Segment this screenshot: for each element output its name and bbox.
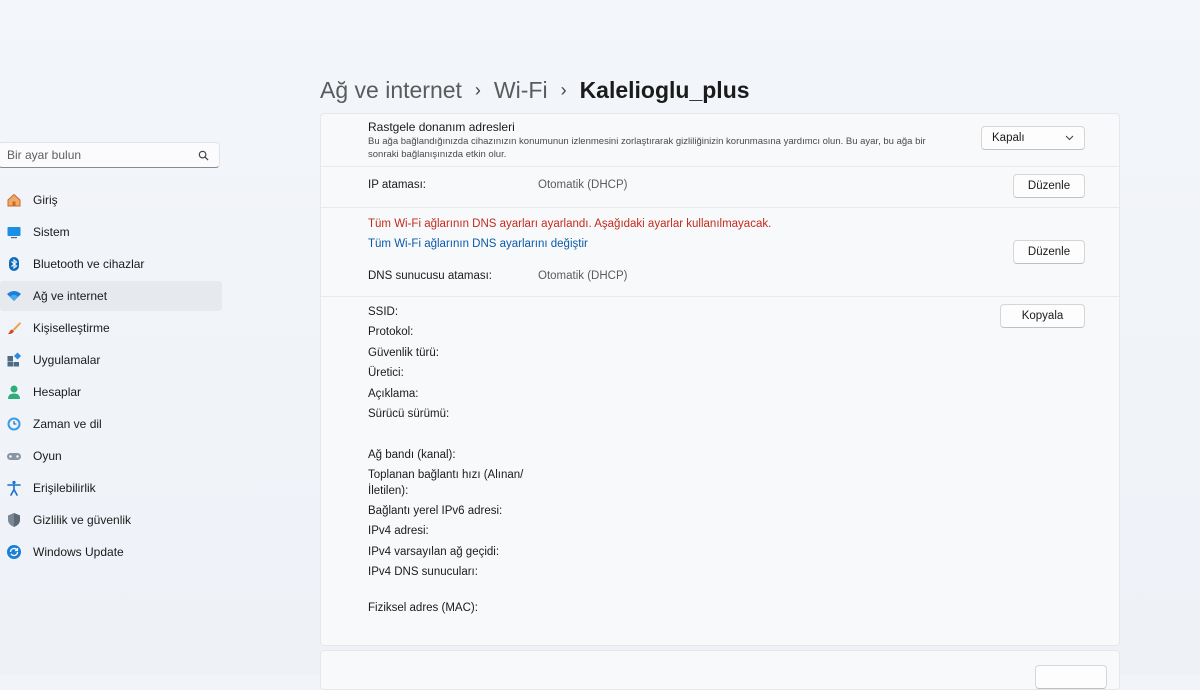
- random-hw-description: Bu ağa bağlandığınızda cihazınızın konum…: [368, 136, 926, 160]
- wifi-icon: [5, 287, 23, 305]
- ipv4-dns-label: IPv4 DNS sunucuları:: [368, 566, 478, 578]
- sidebar-item-accessibility[interactable]: Erişilebilirlik: [0, 473, 222, 503]
- protocol-label: Protokol:: [368, 326, 414, 338]
- sidebar-item-bluetooth[interactable]: Bluetooth ve cihazlar: [0, 249, 222, 279]
- sidebar-item-accounts[interactable]: Hesaplar: [0, 377, 222, 407]
- mac-address-label: Fiziksel adres (MAC):: [368, 602, 478, 614]
- sidebar-item-privacy[interactable]: Gizlilik ve güvenlik: [0, 505, 222, 535]
- chevron-right-icon: ›: [474, 79, 481, 100]
- sidebar: Giriş Sistem Bluetooth ve cihazlar Ağ ve…: [0, 185, 222, 569]
- network-band-label: Ağ bandı (kanal):: [368, 449, 456, 461]
- search-box[interactable]: [0, 142, 220, 168]
- sidebar-item-network[interactable]: Ağ ve internet: [0, 281, 222, 311]
- dns-warning-text: Tüm Wi-Fi ağlarının DNS ayarları ayarlan…: [368, 218, 772, 230]
- driver-version-label: Sürücü sürümü:: [368, 408, 450, 420]
- sidebar-item-label: Oyun: [33, 449, 62, 463]
- update-icon: [5, 543, 23, 561]
- home-icon: [5, 191, 23, 209]
- sidebar-item-label: Hesaplar: [33, 385, 82, 399]
- ipv4-gateway-label: IPv4 varsayılan ağ geçidi:: [368, 546, 500, 558]
- sidebar-item-label: Erişilebilirlik: [33, 481, 96, 495]
- link-speed-label-cont: İletilen):: [368, 485, 409, 497]
- ip-edit-button[interactable]: Düzenle: [1013, 174, 1085, 198]
- gamepad-icon: [5, 447, 23, 465]
- bluetooth-icon: [5, 255, 23, 273]
- divider: [321, 166, 1119, 167]
- chevron-right-icon: ›: [560, 79, 567, 100]
- sidebar-item-label: Sistem: [33, 225, 70, 239]
- dns-edit-button[interactable]: Düzenle: [1013, 240, 1085, 264]
- sidebar-item-label: Gizlilik ve güvenlik: [33, 513, 132, 527]
- sidebar-item-label: Kişiselleştirme: [33, 321, 110, 335]
- ip-assignment-value: Otomatik (DHCP): [538, 179, 628, 191]
- sidebar-item-system[interactable]: Sistem: [0, 217, 222, 247]
- breadcrumb: Ağ ve internet › Wi-Fi › Kalelioglu_plus: [320, 72, 750, 108]
- dns-change-link[interactable]: Tüm Wi-Fi ağlarının DNS ayarlarını değiş…: [368, 238, 588, 250]
- sidebar-item-time-language[interactable]: Zaman ve dil: [0, 409, 222, 439]
- random-hw-dropdown[interactable]: Kapalı: [981, 126, 1085, 150]
- apps-icon: [5, 351, 23, 369]
- sidebar-item-label: Bluetooth ve cihazlar: [33, 257, 145, 271]
- page-title: Kalelioglu_plus: [579, 76, 750, 103]
- account-icon: [5, 383, 23, 401]
- shield-icon: [5, 511, 23, 529]
- sidebar-item-personalization[interactable]: Kişiselleştirme: [0, 313, 222, 343]
- search-icon[interactable]: [193, 150, 213, 161]
- clock-icon: [5, 415, 23, 433]
- system-icon: [5, 223, 23, 241]
- breadcrumb-item-wifi[interactable]: Wi-Fi: [494, 77, 548, 104]
- random-hw-title: Rastgele donanım adresleri: [368, 120, 515, 134]
- sidebar-item-home[interactable]: Giriş: [0, 185, 222, 215]
- copy-button[interactable]: Kopyala: [1000, 304, 1085, 328]
- divider: [321, 296, 1119, 297]
- ip-assignment-label: IP ataması:: [368, 179, 426, 191]
- dns-assignment-value: Otomatik (DHCP): [538, 270, 628, 282]
- link-speed-label: Toplanan bağlantı hızı (Alınan/: [368, 469, 524, 481]
- sidebar-item-gaming[interactable]: Oyun: [0, 441, 222, 471]
- sidebar-item-apps[interactable]: Uygulamalar: [0, 345, 222, 375]
- sidebar-item-label: Zaman ve dil: [33, 417, 102, 431]
- sidebar-item-label: Giriş: [33, 193, 58, 207]
- ipv6-address-label: Bağlantı yerel IPv6 adresi:: [368, 505, 503, 517]
- brush-icon: [5, 319, 23, 337]
- ipv4-address-label: IPv4 adresi:: [368, 525, 429, 537]
- sidebar-item-label: Uygulamalar: [33, 353, 101, 367]
- manufacturer-label: Üretici:: [368, 367, 404, 379]
- accessibility-icon: [5, 479, 23, 497]
- description-label: Açıklama:: [368, 388, 419, 400]
- sidebar-item-label: Ağ ve internet: [33, 289, 108, 303]
- dns-assignment-label: DNS sunucusu ataması:: [368, 270, 493, 282]
- chevron-down-icon: [1065, 132, 1074, 144]
- ssid-label: SSID:: [368, 306, 399, 318]
- network-properties-card: Rastgele donanım adresleri Bu ağa bağlan…: [320, 113, 1120, 646]
- next-edit-button[interactable]: [1035, 665, 1107, 689]
- security-type-label: Güvenlik türü:: [368, 347, 439, 359]
- divider: [321, 207, 1119, 208]
- next-settings-card: [320, 650, 1120, 690]
- sidebar-item-label: Windows Update: [33, 545, 124, 559]
- breadcrumb-item-network[interactable]: Ağ ve internet: [320, 77, 462, 104]
- random-hw-value: Kapalı: [992, 132, 1025, 144]
- search-input[interactable]: [0, 147, 193, 163]
- sidebar-item-windows-update[interactable]: Windows Update: [0, 537, 222, 567]
